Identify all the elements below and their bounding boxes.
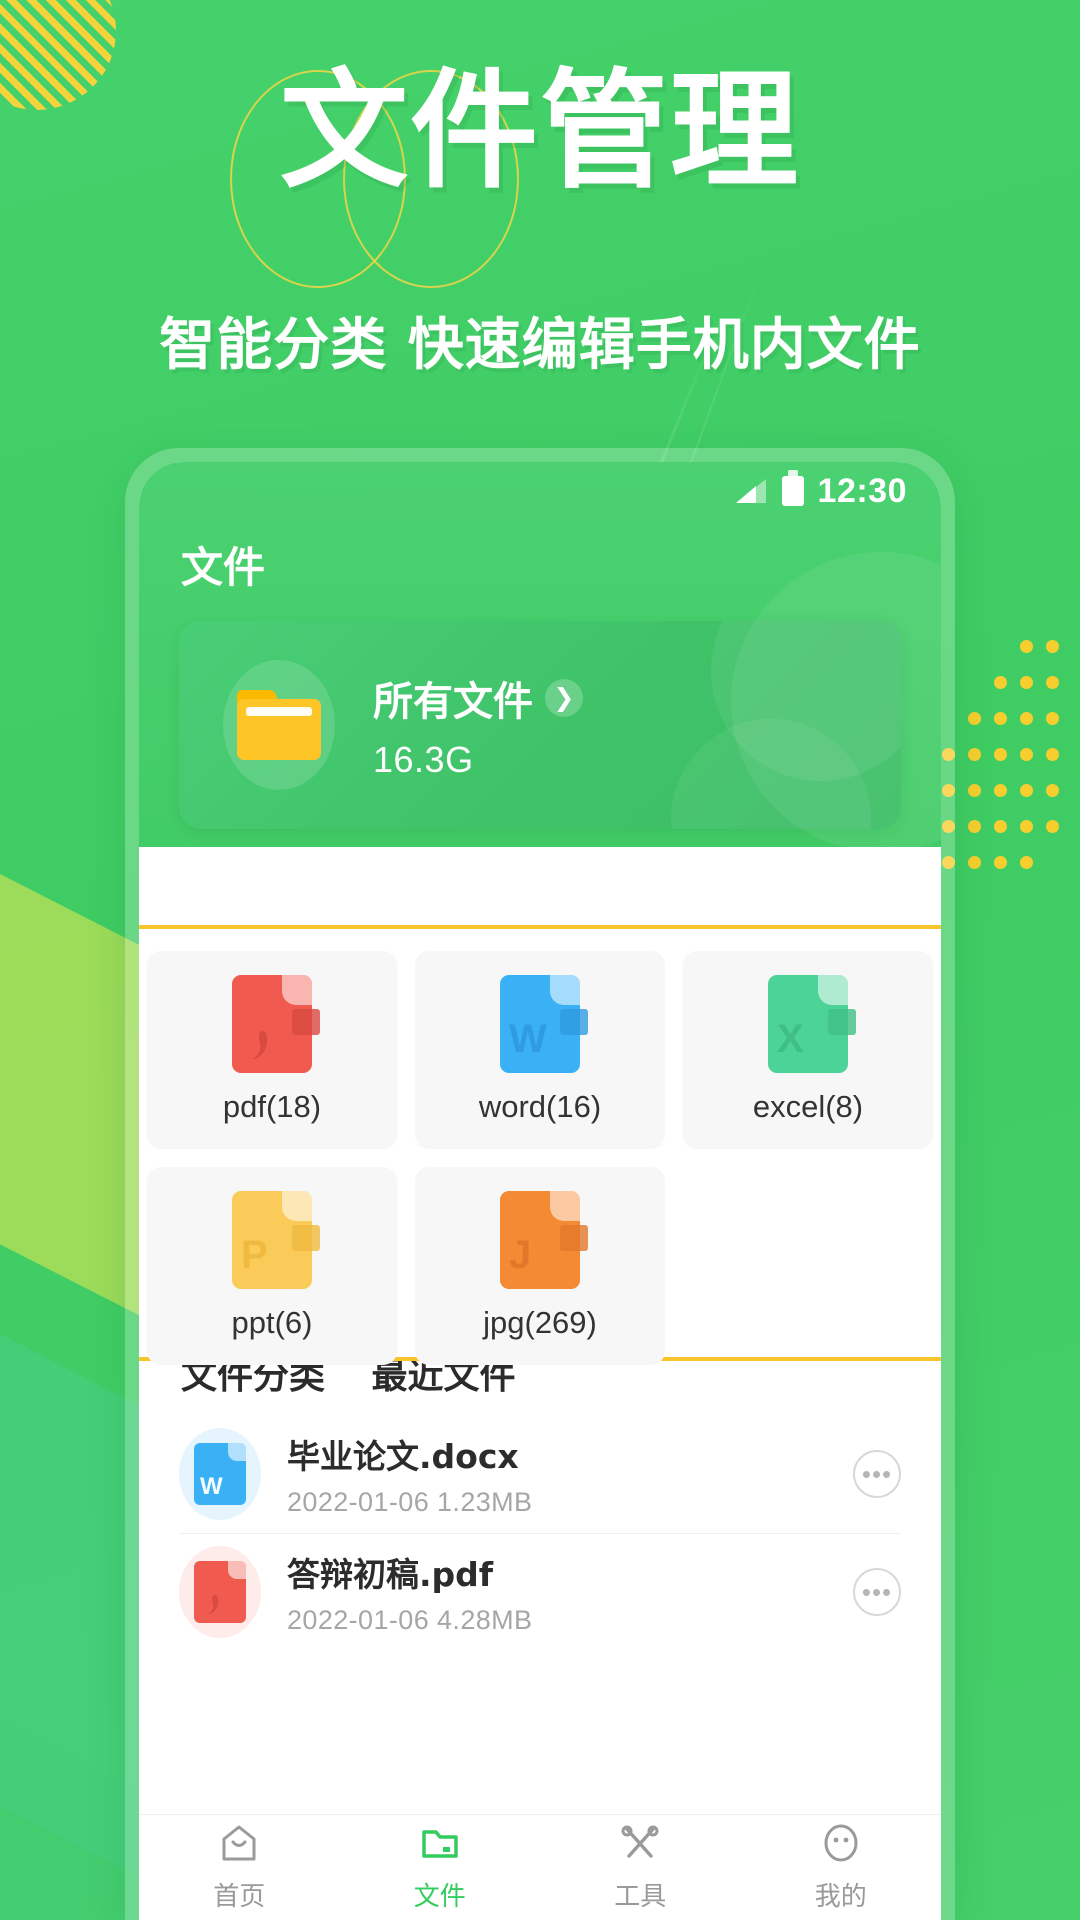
all-files-label: 所有文件 <box>373 679 533 725</box>
file-categories-highlight-box: pdf(18) Wword(16) Xexcel(8) Pppt(6) Jjpg(269… <box>139 925 941 1365</box>
recent-file-name: 毕业论文.docx <box>287 1437 519 1476</box>
tab-label: 我的 <box>814 1882 867 1912</box>
app-content: 文件分类 pdf(18) Wword(16) Xexcel(8) Pppt(6) Jjp… <box>139 847 941 1920</box>
file-icon-halo: W <box>179 1428 261 1520</box>
word-file-icon: W <box>194 1443 246 1505</box>
file-categories-grid: pdf(18) Wword(16) Xexcel(8) Pppt(6) Jjpg(269… <box>147 951 933 1365</box>
app-header-area: 12:30 文件 所有文件 ❯ 16.3G <box>139 462 941 852</box>
file-category-cell[interactable]: Jjpg(269) <box>415 1167 665 1365</box>
page-title: 文件管理 <box>279 57 800 206</box>
card-blob-2 <box>671 719 871 829</box>
recent-file-row[interactable]: W 毕业论文.docx 2022-01-06 1.23MB ••• <box>139 1415 941 1533</box>
status-bar: 12:30 <box>139 462 941 520</box>
chevron-right-icon[interactable]: ❯ <box>545 679 583 717</box>
file-category-label: word(16) <box>478 1089 602 1124</box>
home-icon <box>218 1822 260 1869</box>
all-files-size: 16.3G <box>373 739 474 780</box>
excel-file-icon: X <box>768 975 856 1073</box>
file-icon-halo <box>179 1546 261 1638</box>
word-file-icon: W <box>500 975 588 1073</box>
tab-label: 首页 <box>213 1882 266 1912</box>
page-subtitle: 智能分类 快速编辑手机内文件 <box>159 313 921 378</box>
all-files-card[interactable]: 所有文件 ❯ 16.3G <box>179 621 901 829</box>
phone-mockup: 12:30 文件 所有文件 ❯ 16.3G 文件分类 pdf(18) W wor… <box>125 448 955 1920</box>
recent-file-meta: 2022-01-06 1.23MB <box>287 1487 533 1517</box>
phone-screen: 12:30 文件 所有文件 ❯ 16.3G 文件分类 pdf(18) W wor… <box>139 462 941 1920</box>
file-category-label: pdf(18) <box>222 1089 322 1124</box>
tools-icon <box>619 1822 661 1869</box>
pdf-file-icon <box>194 1561 246 1623</box>
more-options-icon[interactable]: ••• <box>853 1568 901 1616</box>
file-category-cell[interactable]: Pppt(6) <box>147 1167 397 1365</box>
tab-文件[interactable]: 文件 <box>340 1815 541 1920</box>
ppt-file-icon: P <box>232 1191 320 1289</box>
more-options-icon[interactable]: ••• <box>853 1450 901 1498</box>
tab-我的[interactable]: 我的 <box>741 1815 942 1920</box>
bottom-tab-bar: 首页 文件 工具 我的 <box>139 1814 941 1920</box>
pdf-glyph <box>248 1027 278 1063</box>
recent-file-meta: 2022-01-06 4.28MB <box>287 1605 533 1635</box>
profile-icon <box>820 1822 862 1869</box>
tab-label: 文件 <box>413 1882 466 1912</box>
app-title: 文件 <box>181 543 266 592</box>
recent-files-list: W 毕业论文.docx 2022-01-06 1.23MB ••• 答辩初稿.pdf 20… <box>139 1415 941 1651</box>
recent-file-row[interactable]: 答辩初稿.pdf 2022-01-06 4.28MB ••• <box>139 1533 941 1651</box>
file-category-label: ppt(6) <box>231 1305 313 1340</box>
battery-icon <box>781 470 804 506</box>
tab-工具[interactable]: 工具 <box>540 1815 741 1920</box>
signal-icon <box>735 479 766 503</box>
folder-icon-halo <box>223 660 335 790</box>
folder-icon <box>237 690 321 760</box>
tab-label: 工具 <box>614 1882 667 1912</box>
status-bar-time: 12:30 <box>817 471 907 510</box>
jpg-file-icon: J <box>500 1191 588 1289</box>
pdf-file-icon <box>232 975 320 1073</box>
recent-file-name: 答辩初稿.pdf <box>287 1555 494 1594</box>
poster-headline: 文件管理 <box>0 57 1080 288</box>
file-category-label: jpg(269) <box>483 1305 597 1340</box>
file-category-cell[interactable]: Xexcel(8) <box>683 951 933 1149</box>
file-category-label: excel(8) <box>752 1089 864 1124</box>
folder-icon <box>419 1822 461 1869</box>
dot-grid-decoration <box>942 640 1072 900</box>
file-category-cell[interactable]: pdf(18) <box>147 951 397 1149</box>
tab-首页[interactable]: 首页 <box>139 1815 340 1920</box>
file-category-cell[interactable]: Wword(16) <box>415 951 665 1149</box>
